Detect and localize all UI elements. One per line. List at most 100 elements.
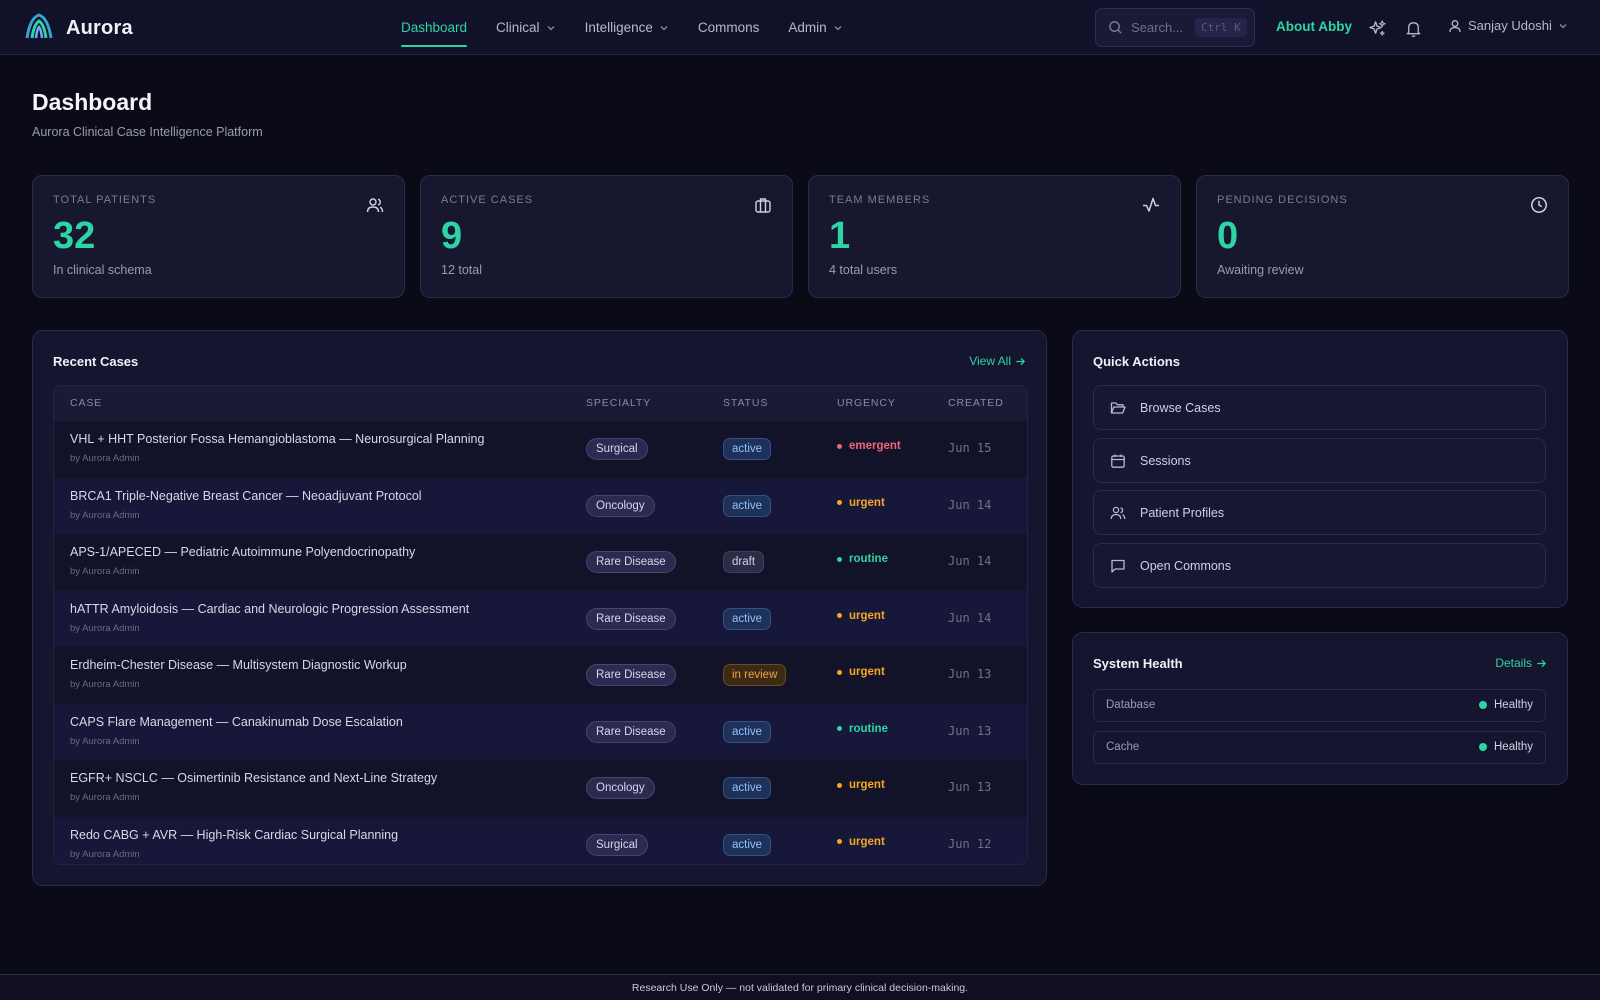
created-date: Jun 14 (948, 554, 992, 568)
action-label: Open Commons (1140, 558, 1232, 573)
col-status: STATUS (723, 397, 769, 409)
specialty-badge: Oncology (586, 777, 655, 799)
created-date: Jun 14 (948, 497, 992, 512)
health-name: Database (1106, 699, 1156, 711)
open-commons-button[interactable]: Open Commons (1093, 543, 1546, 588)
chevron-down-icon (547, 25, 555, 30)
arrow-right-icon (1016, 357, 1026, 365)
table-row[interactable]: APS-1/APECED — Pediatric Autoimmune Poly… (54, 534, 1027, 590)
urgency-dot (837, 839, 842, 844)
urgency-dot (837, 726, 842, 731)
sparkles-icon[interactable] (1366, 17, 1388, 39)
sessions-button[interactable]: Sessions (1093, 438, 1546, 483)
user-menu[interactable]: Sanjay Udoshi (1448, 18, 1568, 33)
stat-label: PENDING DECISIONS (1217, 194, 1348, 206)
aurora-logo-icon (24, 12, 54, 45)
urgency-indicator: urgent (837, 836, 885, 848)
case-title[interactable]: VHL + HHT Posterior Fossa Hemangioblasto… (70, 432, 484, 446)
table-row[interactable]: EGFR+ NSCLC — Osimertinib Resistance and… (54, 760, 1027, 816)
activity-icon (1142, 196, 1160, 214)
stat-value: 9 (441, 215, 463, 257)
nav-admin[interactable]: Admin (788, 0, 842, 55)
case-author: by Aurora Admin (70, 622, 140, 634)
stat-value: 32 (53, 215, 96, 257)
case-author: by Aurora Admin (70, 453, 140, 464)
nav-clinical[interactable]: Clinical (496, 0, 556, 55)
urgency-indicator: routine (837, 553, 888, 565)
view-all-label: View All (969, 354, 1011, 368)
case-author: by Aurora Admin (70, 679, 140, 690)
stat-card-total-patients: TOTAL PATIENTS 32 In clinical schema (32, 175, 405, 298)
case-author: by Aurora Admin (70, 735, 140, 747)
bell-icon[interactable] (1402, 17, 1424, 39)
urgency-label: urgent (849, 779, 885, 791)
about-abby-link[interactable]: About Abby (1276, 19, 1352, 34)
case-title[interactable]: Erdheim-Chester Disease — Multisystem Di… (70, 658, 407, 672)
urgency-indicator: routine (837, 723, 888, 735)
stat-label: ACTIVE CASES (441, 194, 534, 206)
status-badge: active (723, 720, 772, 743)
action-label: Sessions (1140, 453, 1191, 468)
nav-dashboard[interactable]: Dashboard (401, 0, 468, 55)
created-date: Jun 14 (948, 610, 992, 625)
search-box[interactable]: Search... Ctrl K (1095, 8, 1255, 47)
urgency-label: emergent (849, 440, 901, 452)
nav-label: Admin (788, 20, 827, 35)
table-row[interactable]: hATTR Amyloidosis — Cardiac and Neurolog… (54, 590, 1027, 647)
health-row-cache: Cache Healthy (1093, 731, 1546, 764)
case-author: by Aurora Admin (70, 509, 140, 521)
search-placeholder: Search... (1131, 20, 1184, 35)
browse-cases-button[interactable]: Browse Cases (1093, 385, 1546, 430)
main-nav: Dashboard Clinical Intelligence Commons … (401, 0, 872, 55)
stat-value: 0 (1217, 215, 1239, 257)
table-row[interactable]: BRCA1 Triple-Negative Breast Cancer — Ne… (54, 477, 1027, 534)
case-title[interactable]: EGFR+ NSCLC — Osimertinib Resistance and… (70, 771, 437, 785)
view-all-link[interactable]: View All (969, 354, 1026, 368)
case-author: by Aurora Admin (70, 792, 140, 803)
col-case: CASE (70, 397, 103, 409)
user-name: Sanjay Udoshi (1468, 18, 1552, 33)
table-row[interactable]: Redo CABG + AVR — High-Risk Cardiac Surg… (54, 816, 1027, 864)
table-row[interactable]: VHL + HHT Posterior Fossa Hemangioblasto… (54, 421, 1027, 477)
details-link[interactable]: Details (1495, 656, 1547, 670)
urgency-indicator: urgent (837, 779, 885, 791)
case-title[interactable]: APS-1/APECED — Pediatric Autoimmune Poly… (70, 545, 415, 559)
folder-open-icon (1110, 401, 1126, 414)
urgency-dot (837, 782, 842, 788)
nav-intelligence[interactable]: Intelligence (585, 0, 669, 55)
panel-title: System Health (1093, 656, 1183, 671)
case-title[interactable]: CAPS Flare Management — Canakinumab Dose… (70, 715, 403, 729)
urgency-indicator: urgent (837, 666, 885, 678)
health-state-label: Healthy (1494, 741, 1533, 753)
stat-label: TOTAL PATIENTS (53, 194, 157, 206)
urgency-indicator: urgent (837, 610, 885, 622)
case-title[interactable]: BRCA1 Triple-Negative Breast Cancer — Ne… (70, 489, 422, 503)
specialty-badge: Rare Disease (586, 720, 676, 743)
created-date: Jun 13 (948, 723, 992, 738)
specialty-badge: Rare Disease (586, 664, 676, 686)
col-created: CREATED (948, 397, 1004, 409)
urgency-dot (837, 556, 842, 562)
urgency-label: urgent (849, 835, 885, 848)
specialty-badge: Surgical (586, 833, 648, 856)
urgency-indicator: urgent (837, 497, 885, 509)
case-title[interactable]: Redo CABG + AVR — High-Risk Cardiac Surg… (70, 828, 398, 842)
brand[interactable]: Aurora (24, 12, 133, 45)
nav-commons[interactable]: Commons (698, 0, 760, 55)
case-title[interactable]: hATTR Amyloidosis — Cardiac and Neurolog… (70, 602, 469, 616)
specialty-badge: Surgical (586, 438, 648, 460)
stat-foot: 12 total (441, 263, 483, 277)
user-icon (1449, 19, 1461, 32)
stat-foot: 4 total users (829, 263, 898, 277)
urgency-dot (837, 443, 842, 449)
stat-foot: In clinical schema (53, 263, 152, 277)
recent-cases-panel: Recent Cases View All CASE SPECIALTY STA… (32, 330, 1047, 886)
patient-profiles-button[interactable]: Patient Profiles (1093, 490, 1546, 535)
status-badge: draft (723, 551, 765, 573)
nav-label: Clinical (496, 20, 540, 35)
table-row[interactable]: CAPS Flare Management — Canakinumab Dose… (54, 703, 1027, 760)
system-health-panel: System Health Details Database Healthy C… (1072, 632, 1568, 785)
health-status: Healthy (1479, 741, 1533, 753)
page-title: Dashboard (32, 89, 153, 115)
table-row[interactable]: Erdheim-Chester Disease — Multisystem Di… (54, 647, 1027, 703)
